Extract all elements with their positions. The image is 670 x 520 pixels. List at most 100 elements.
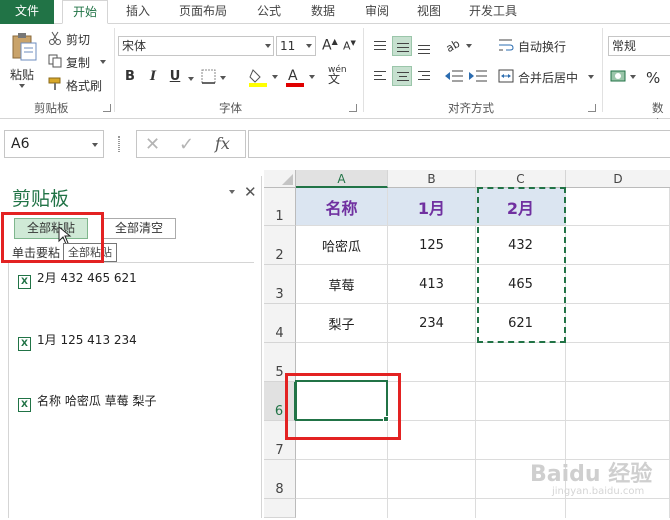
formula-bar-grip[interactable]: [118, 136, 120, 152]
cell-d7[interactable]: [566, 421, 670, 460]
alignment-launcher-icon[interactable]: [588, 104, 596, 112]
select-all-corner[interactable]: [264, 170, 296, 188]
cell-d5[interactable]: [566, 343, 670, 382]
cell-b9[interactable]: [388, 499, 476, 518]
cell-b1[interactable]: 1月: [388, 188, 476, 226]
tab-review[interactable]: 审阅: [356, 0, 398, 24]
font-name-box[interactable]: 宋体: [118, 36, 274, 56]
cell-a4[interactable]: 梨子: [296, 304, 388, 343]
clear-all-button[interactable]: 全部清空: [102, 218, 176, 239]
align-left-icon[interactable]: [370, 66, 390, 86]
underline-button[interactable]: U: [167, 69, 183, 84]
pane-close-icon[interactable]: ✕: [244, 183, 257, 201]
cell-d3[interactable]: [566, 265, 670, 304]
orientation-icon[interactable]: ab: [444, 36, 474, 56]
name-box-dropdown-icon[interactable]: [92, 143, 98, 147]
tab-formulas[interactable]: 公式: [248, 0, 290, 24]
tab-insert[interactable]: 插入: [118, 0, 158, 24]
row-header-2[interactable]: 2: [264, 226, 296, 265]
align-middle-icon[interactable]: [392, 36, 412, 56]
cell-d2[interactable]: [566, 226, 670, 265]
grow-font-icon[interactable]: A▲: [322, 37, 338, 54]
italic-button[interactable]: I: [145, 69, 161, 84]
scissors-icon[interactable]: [48, 31, 62, 45]
cell-a9[interactable]: [296, 499, 388, 518]
column-header-c[interactable]: C: [476, 170, 566, 188]
format-painter-button[interactable]: 格式刷: [66, 77, 102, 94]
cell-d4[interactable]: [566, 304, 670, 343]
cut-button[interactable]: 剪切: [66, 31, 90, 48]
merge-center-button[interactable]: 合并后居中: [518, 69, 578, 86]
insert-function-icon[interactable]: fx: [215, 134, 230, 153]
cell-b7[interactable]: [388, 421, 476, 460]
align-center-icon[interactable]: [392, 66, 412, 86]
font-launcher-icon[interactable]: [349, 104, 357, 112]
cell-a3[interactable]: 草莓: [296, 265, 388, 304]
number-format-box[interactable]: 常规: [608, 36, 670, 56]
format-painter-icon[interactable]: [48, 77, 62, 91]
cell-a2[interactable]: 哈密瓜: [296, 226, 388, 265]
row-header-8[interactable]: 8: [264, 460, 296, 499]
font-size-dropdown-icon[interactable]: [306, 44, 312, 48]
cell-c5[interactable]: [476, 343, 566, 382]
column-header-b[interactable]: B: [388, 170, 476, 188]
copy-icon[interactable]: [48, 54, 62, 68]
font-name-dropdown-icon[interactable]: [265, 44, 271, 48]
wrap-text-icon[interactable]: [498, 37, 514, 53]
cell-c6[interactable]: [476, 382, 566, 421]
cell-c9[interactable]: [476, 499, 566, 518]
font-color-icon[interactable]: A: [285, 66, 317, 88]
border-icon[interactable]: [200, 68, 228, 86]
cell-d9[interactable]: [566, 499, 670, 518]
row-header-1[interactable]: 1: [264, 188, 296, 226]
increase-indent-icon[interactable]: [468, 68, 488, 84]
tab-page-layout[interactable]: 页面布局: [172, 0, 234, 24]
underline-dropdown-icon[interactable]: [188, 77, 194, 81]
align-top-icon[interactable]: [370, 36, 390, 56]
paste-dropdown-icon[interactable]: [19, 84, 25, 88]
row-header-3[interactable]: 3: [264, 265, 296, 304]
tab-view[interactable]: 视图: [408, 0, 450, 24]
cell-c7[interactable]: [476, 421, 566, 460]
copy-button[interactable]: 复制: [66, 54, 90, 71]
cell-b8[interactable]: [388, 460, 476, 499]
cell-d6[interactable]: [566, 382, 670, 421]
formula-input[interactable]: [248, 130, 670, 158]
copy-dropdown-icon[interactable]: [100, 60, 106, 64]
shrink-font-icon[interactable]: A▼: [343, 39, 356, 53]
tab-file[interactable]: 文件: [0, 0, 54, 24]
fill-color-icon[interactable]: [248, 66, 280, 88]
cell-a1[interactable]: 名称: [296, 188, 388, 226]
enter-icon[interactable]: ✓: [179, 134, 194, 155]
column-header-d[interactable]: D: [566, 170, 670, 188]
pane-options-icon[interactable]: [229, 190, 235, 194]
tab-home[interactable]: 开始: [62, 0, 108, 24]
cell-b3[interactable]: 413: [388, 265, 476, 304]
cell-a8[interactable]: [296, 460, 388, 499]
phonetic-button[interactable]: wén 文: [328, 66, 347, 86]
row-header-9[interactable]: [264, 499, 296, 518]
clipboard-launcher-icon[interactable]: [103, 104, 111, 112]
tab-data[interactable]: 数据: [302, 0, 344, 24]
cell-d1[interactable]: [566, 188, 670, 226]
cell-b2[interactable]: 125: [388, 226, 476, 265]
cell-b5[interactable]: [388, 343, 476, 382]
merge-center-icon[interactable]: [498, 68, 514, 84]
column-header-a[interactable]: A: [296, 170, 388, 188]
align-bottom-icon[interactable]: [414, 36, 434, 56]
paste-icon[interactable]: [10, 32, 38, 62]
currency-format-icon[interactable]: [610, 68, 640, 86]
name-box[interactable]: A6: [4, 130, 104, 158]
merge-dropdown-icon[interactable]: [588, 75, 594, 79]
clipboard-item[interactable]: X 名称 哈密瓜 草莓 梨子: [18, 392, 156, 412]
percent-button[interactable]: %: [646, 69, 660, 87]
tab-developer[interactable]: 开发工具: [462, 0, 524, 24]
row-header-4[interactable]: 4: [264, 304, 296, 343]
cell-b6[interactable]: [388, 382, 476, 421]
bold-button[interactable]: B: [122, 69, 138, 84]
cell-b4[interactable]: 234: [388, 304, 476, 343]
paste-button[interactable]: 粘贴: [10, 66, 34, 83]
clipboard-item[interactable]: X 1月 125 413 234: [18, 331, 137, 351]
decrease-indent-icon[interactable]: [444, 68, 464, 84]
cancel-icon[interactable]: ✕: [145, 134, 160, 155]
